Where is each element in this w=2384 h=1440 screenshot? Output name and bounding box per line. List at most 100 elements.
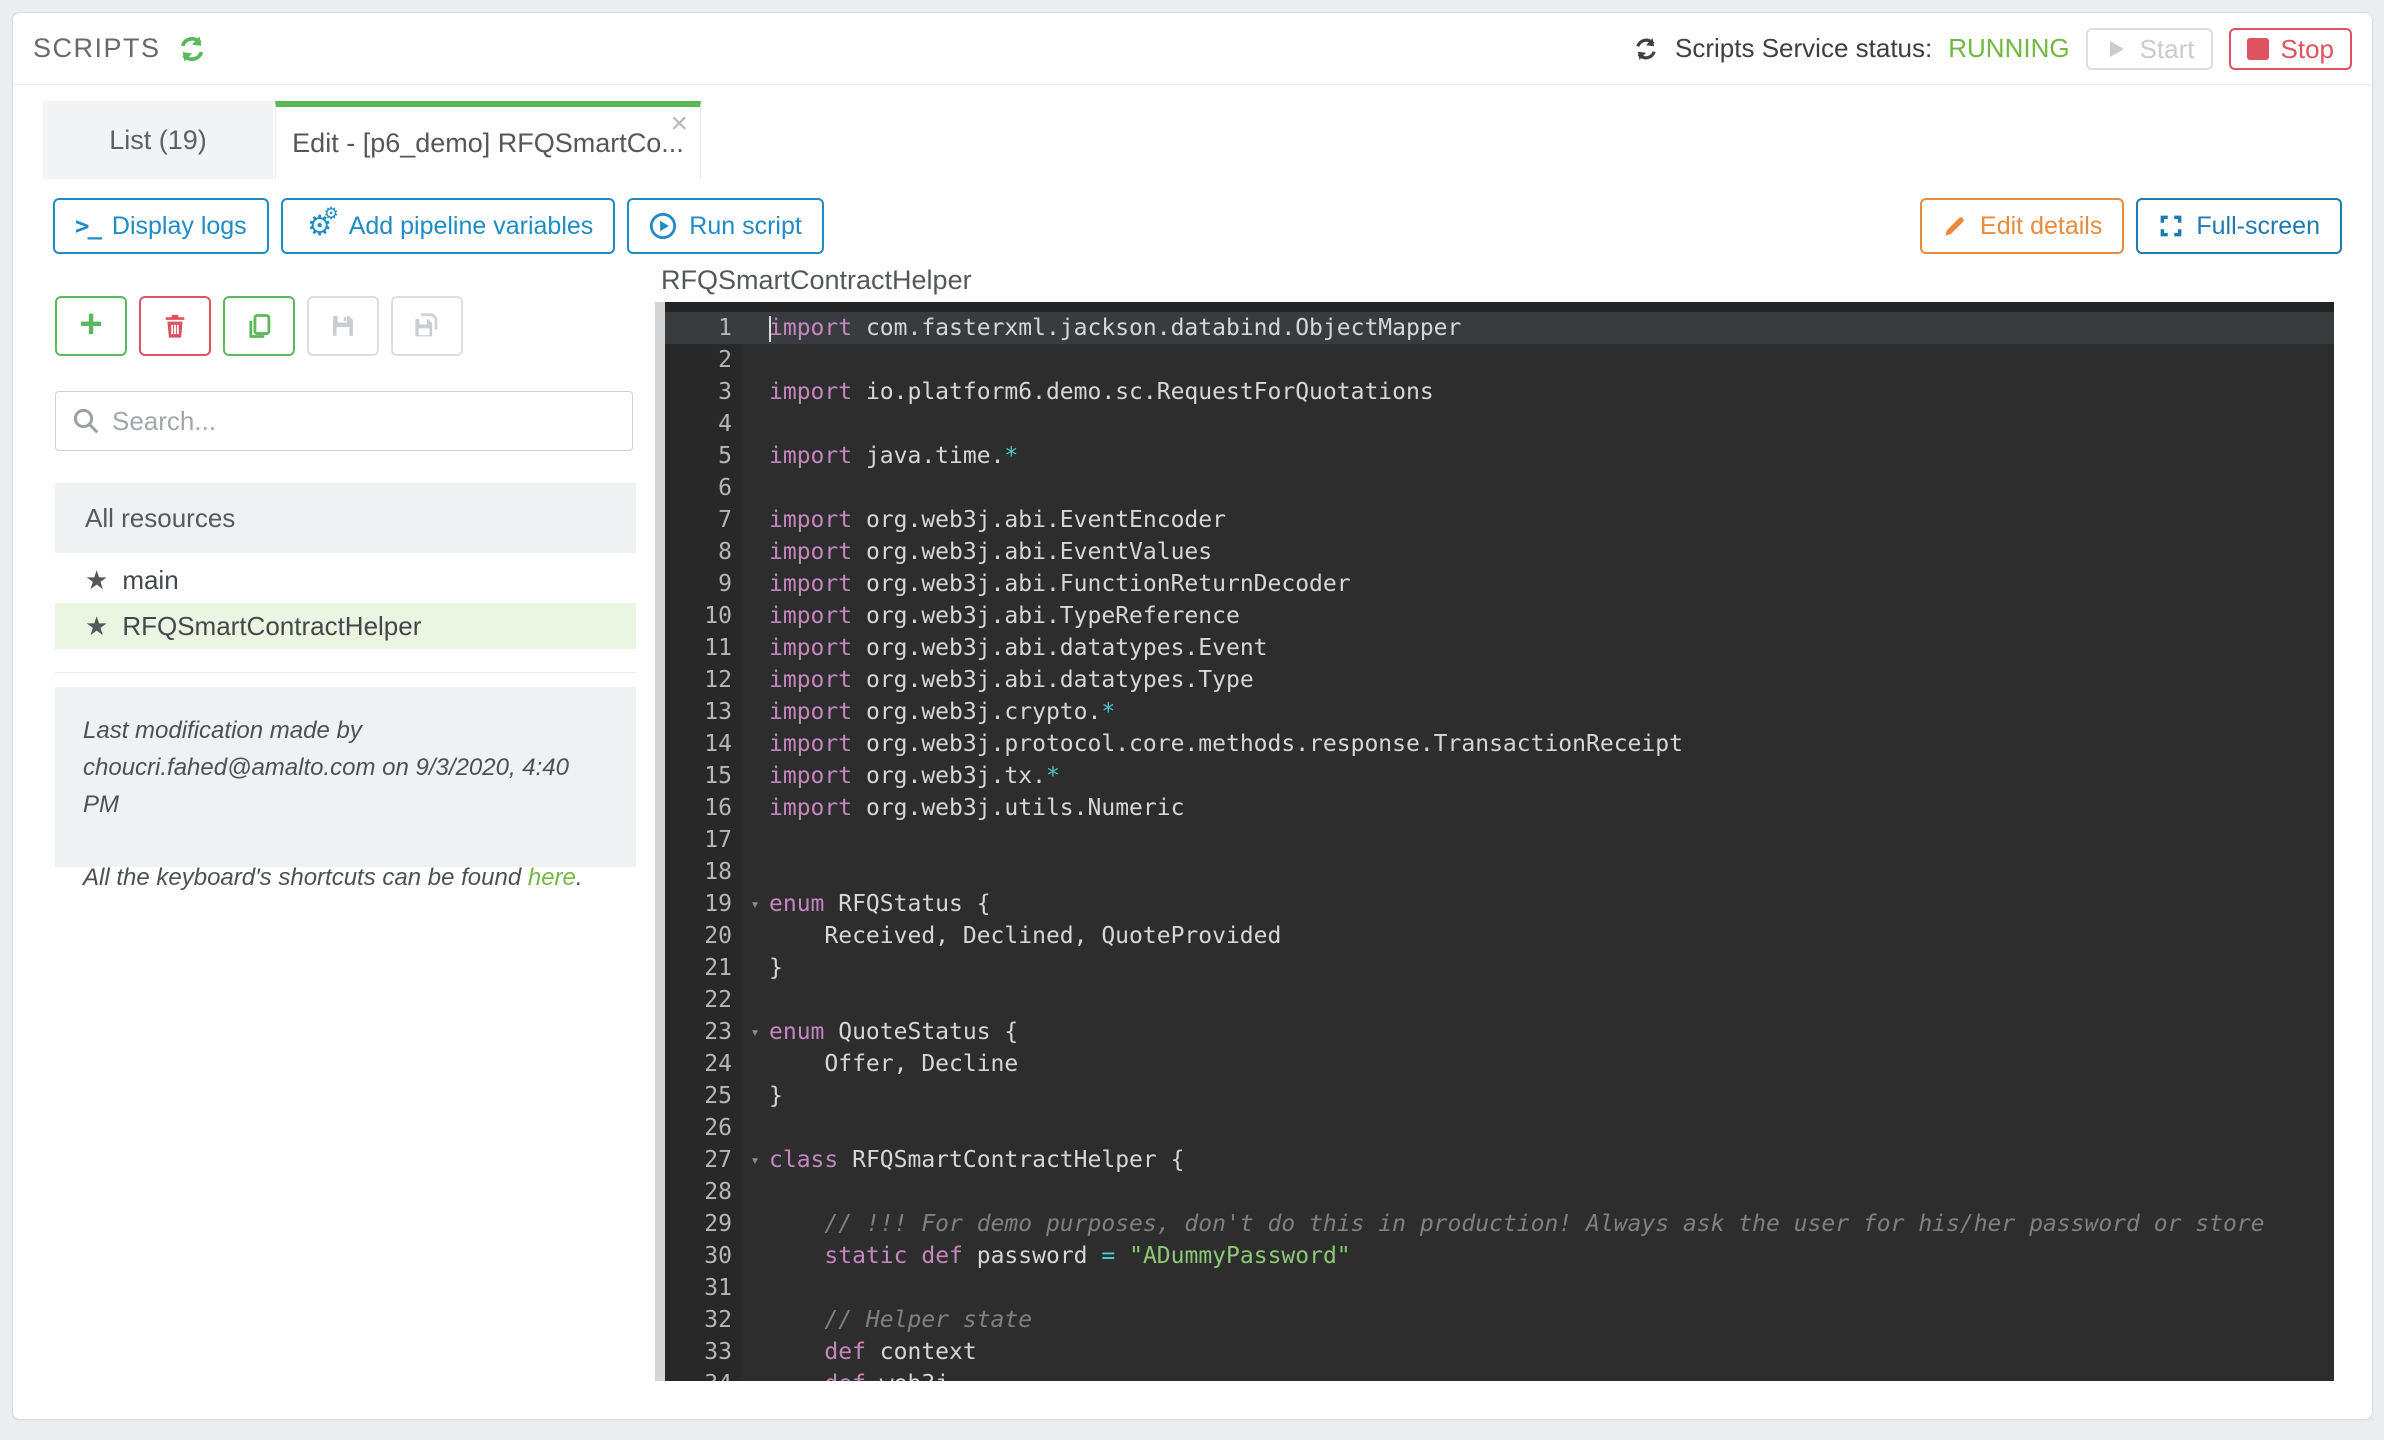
resources-group-label: All resources <box>85 503 235 534</box>
refresh-icon[interactable] <box>177 34 207 64</box>
line-number: 11 <box>665 632 741 664</box>
line-number: 8 <box>665 536 741 568</box>
editor-scrollbar[interactable] <box>655 302 665 1381</box>
code-line[interactable]: 17 <box>665 824 2334 856</box>
code-line[interactable]: 12 import org.web3j.abi.datatypes.Type <box>665 664 2334 696</box>
line-number: 5 <box>665 440 741 472</box>
code-line[interactable]: 18 <box>665 856 2334 888</box>
fold-toggle-icon[interactable]: ▾ <box>741 1144 769 1176</box>
resources-group-header: All resources <box>55 483 636 553</box>
code-line[interactable]: 25} <box>665 1080 2334 1112</box>
service-refresh-icon[interactable] <box>1633 36 1659 62</box>
code-line[interactable]: 24 Offer, Decline <box>665 1048 2334 1080</box>
code-line[interactable]: 10import org.web3j.abi.TypeReference <box>665 600 2334 632</box>
code-line[interactable]: 20 Received, Declined, QuoteProvided <box>665 920 2334 952</box>
code-line[interactable]: 27▾class RFQSmartContractHelper { <box>665 1144 2334 1176</box>
code-line[interactable]: 6 <box>665 472 2334 504</box>
code-line[interactable]: 4 <box>665 408 2334 440</box>
stop-button[interactable]: Stop <box>2229 28 2353 70</box>
full-screen-button[interactable]: Full-screen <box>2136 198 2342 254</box>
page-title: SCRIPTS <box>33 33 161 64</box>
line-number: 12 <box>665 664 741 696</box>
last-modification-line2: choucri.fahed@amalto.com on 9/3/2020, 4:… <box>83 749 608 823</box>
code-line[interactable]: 13import org.web3j.crypto.* <box>665 696 2334 728</box>
tab-edit[interactable]: Edit - [p6_demo] RFQSmartCo... × <box>275 101 701 179</box>
code-line[interactable]: 22 <box>665 984 2334 1016</box>
fold-spacer <box>741 1176 769 1208</box>
resource-item-label: RFQSmartContractHelper <box>122 611 421 642</box>
toolbar-right-group: Edit details Full-screen <box>1920 198 2342 254</box>
delete-script-button[interactable] <box>139 296 211 356</box>
fold-spacer <box>741 568 769 600</box>
code-text: import java.time.* <box>769 440 1018 472</box>
code-line[interactable]: 1import com.fasterxml.jackson.databind.O… <box>665 312 2334 344</box>
fold-spacer <box>741 1240 769 1272</box>
code-text: import org.web3j.abi.EventEncoder <box>769 504 1226 536</box>
line-number: 17 <box>665 824 741 856</box>
toolbar-left-group: >_ Display logs ⚙⚙ Add pipeline variable… <box>53 198 824 254</box>
search-input[interactable] <box>55 391 633 451</box>
code-line[interactable]: 8import org.web3j.abi.EventValues <box>665 536 2334 568</box>
resource-item[interactable]: ★ RFQSmartContractHelper <box>55 603 636 649</box>
groovy-script-icon: ★ <box>85 567 108 593</box>
add-pipeline-variables-button[interactable]: ⚙⚙ Add pipeline variables <box>281 198 616 254</box>
save-all-button[interactable] <box>391 296 463 356</box>
code-line[interactable]: 14import org.web3j.protocol.core.methods… <box>665 728 2334 760</box>
line-number: 14 <box>665 728 741 760</box>
service-status-bar: Scripts Service status: RUNNING Start St… <box>1633 28 2352 70</box>
close-icon[interactable]: × <box>670 109 688 139</box>
code-line[interactable]: 32 // Helper state <box>665 1304 2334 1336</box>
code-area[interactable]: 1import com.fasterxml.jackson.databind.O… <box>665 302 2334 1381</box>
fold-spacer <box>741 792 769 824</box>
fold-toggle-icon[interactable]: ▾ <box>741 1016 769 1048</box>
shortcuts-link[interactable]: here <box>528 864 576 891</box>
fold-spacer <box>741 920 769 952</box>
line-number: 18 <box>665 856 741 888</box>
start-button[interactable]: Start <box>2086 28 2213 70</box>
code-text: Received, Declined, QuoteProvided <box>769 920 1281 952</box>
fold-spacer <box>741 1368 769 1381</box>
fold-spacer <box>741 856 769 888</box>
code-line[interactable]: 9import org.web3j.abi.FunctionReturnDeco… <box>665 568 2334 600</box>
code-line[interactable]: 21} <box>665 952 2334 984</box>
code-line[interactable]: 16import org.web3j.utils.Numeric <box>665 792 2334 824</box>
code-line[interactable]: 30 static def password = "ADummyPassword… <box>665 1240 2334 1272</box>
code-line[interactable]: 11import org.web3j.abi.datatypes.Event <box>665 632 2334 664</box>
resource-item[interactable]: ★main <box>55 557 636 603</box>
code-text: import org.web3j.abi.datatypes.Type <box>769 664 1254 696</box>
line-number: 3 <box>665 376 741 408</box>
edit-details-button[interactable]: Edit details <box>1920 198 2124 254</box>
code-line[interactable]: 19▾enum RFQStatus { <box>665 888 2334 920</box>
script-title: RFQSmartContractHelper <box>661 265 972 296</box>
code-line[interactable]: 29 // !!! For demo purposes, don't do th… <box>665 1208 2334 1240</box>
fold-toggle-icon[interactable]: ▾ <box>741 888 769 920</box>
code-line[interactable]: 3import io.platform6.demo.sc.RequestForQ… <box>665 376 2334 408</box>
tab-list-label: List (19) <box>109 125 207 156</box>
code-line[interactable]: 33 def context <box>665 1336 2334 1368</box>
code-line[interactable]: 7import org.web3j.abi.EventEncoder <box>665 504 2334 536</box>
code-line[interactable]: 2 <box>665 344 2334 376</box>
code-line[interactable]: 28 <box>665 1176 2334 1208</box>
duplicate-script-button[interactable] <box>223 296 295 356</box>
code-editor: 1import com.fasterxml.jackson.databind.O… <box>655 302 2334 1381</box>
code-line[interactable]: 34 def web3j <box>665 1368 2334 1381</box>
line-number: 2 <box>665 344 741 376</box>
code-text: Offer, Decline <box>769 1048 1018 1080</box>
code-line[interactable]: 5 import java.time.* <box>665 440 2334 472</box>
code-text: import org.web3j.utils.Numeric <box>769 792 1184 824</box>
code-line[interactable]: 26 <box>665 1112 2334 1144</box>
run-script-button[interactable]: Run script <box>627 198 824 254</box>
add-script-button[interactable]: + <box>55 296 127 356</box>
code-text: import com.fasterxml.jackson.databind.Ob… <box>769 312 1461 344</box>
display-logs-button[interactable]: >_ Display logs <box>53 198 269 254</box>
code-line[interactable]: 15import org.web3j.tx.* <box>665 760 2334 792</box>
code-text: class RFQSmartContractHelper { <box>769 1144 1184 1176</box>
shortcuts-line: All the keyboard's shortcuts can be foun… <box>83 859 608 896</box>
tab-list[interactable]: List (19) <box>43 101 273 179</box>
code-line[interactable]: 31 <box>665 1272 2334 1304</box>
groovy-script-icon: ★ <box>85 613 108 639</box>
fold-spacer <box>741 408 769 440</box>
code-line[interactable]: 23▾enum QuoteStatus { <box>665 1016 2334 1048</box>
save-script-button[interactable] <box>307 296 379 356</box>
line-number: 9 <box>665 568 741 600</box>
